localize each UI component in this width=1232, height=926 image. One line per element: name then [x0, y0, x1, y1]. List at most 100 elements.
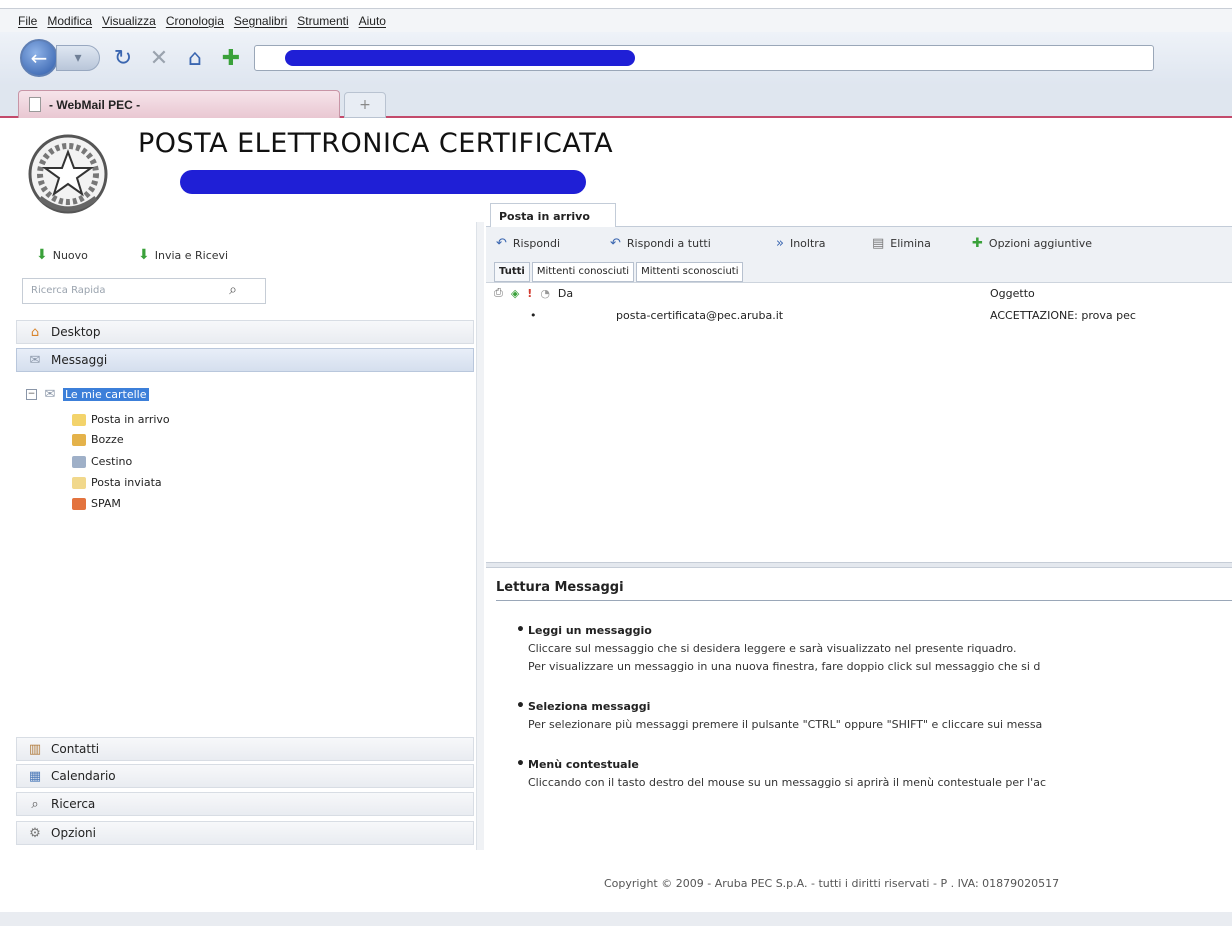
back-arrow-icon[interactable]: ←: [20, 39, 58, 77]
new-tab-button[interactable]: +: [344, 92, 386, 118]
row-subject[interactable]: ACCETTAZIONE: prova pec: [990, 309, 1136, 322]
page-icon: [29, 97, 41, 112]
filter-tab-conosciuti[interactable]: Mittenti conosciuti: [531, 262, 635, 282]
folder-label: SPAM: [91, 497, 121, 510]
copyright-text: Copyright © 2009 - Aruba PEC S.p.A. - tu…: [604, 877, 1060, 890]
browser-menubar: File Modifica Visualizza Cronologia Segn…: [0, 8, 1232, 32]
section-ricerca-label: Ricerca: [51, 797, 96, 811]
reload-icon[interactable]: ↻: [110, 46, 136, 71]
help-line: Per selezionare più messaggi premere il …: [528, 718, 1043, 731]
reply-label: Rispondi: [512, 237, 561, 250]
receipt-icon[interactable]: ◔: [540, 287, 550, 300]
help-heading: Leggi un messaggio: [516, 622, 1040, 638]
inbox-folder-icon: [72, 413, 86, 426]
menu-aiuto[interactable]: Aiuto: [359, 14, 386, 28]
republic-emblem-icon: [28, 134, 108, 214]
sent-folder-icon: [72, 476, 86, 489]
new-message-label: Nuovo: [52, 248, 88, 262]
collapse-icon[interactable]: −: [26, 388, 37, 400]
calendar-icon: ▦: [28, 768, 42, 784]
menu-modifica[interactable]: Modifica: [47, 14, 92, 28]
row-from[interactable]: posta-certificata@pec.aruba.it: [616, 309, 783, 322]
reply-icon: ↶: [496, 236, 507, 251]
section-opzioni[interactable]: ⚙ Opzioni: [16, 821, 474, 845]
send-receive-icon: ⬇: [138, 247, 150, 263]
new-message-icon: ⬇: [36, 247, 48, 263]
trash-icon: ▤: [872, 236, 885, 251]
section-contatti[interactable]: ▥ Contatti: [16, 737, 474, 761]
section-contatti-label: Contatti: [51, 742, 100, 756]
list-column-icons: ⎙ ◈ ! ◔ Da: [494, 283, 573, 303]
reading-divider: [496, 600, 1232, 601]
menu-segnalibri[interactable]: Segnalibri: [234, 14, 287, 28]
search-icon[interactable]: ⌕: [229, 282, 237, 298]
reply-button[interactable]: ↶ Rispondi: [496, 236, 560, 251]
section-ricerca[interactable]: ⌕ Ricerca: [16, 792, 474, 816]
help-section-context: Menù contestuale Cliccando con il tasto …: [516, 756, 1046, 789]
column-from[interactable]: Da: [558, 287, 573, 300]
folder-bozze[interactable]: Bozze: [72, 433, 124, 446]
folder-posta-inviata[interactable]: Posta inviata: [72, 476, 162, 489]
section-messaggi[interactable]: ✉ Messaggi: [16, 348, 474, 372]
forward-arrow-icon[interactable]: ▾: [56, 45, 100, 71]
gear-icon: ⚙: [29, 825, 41, 841]
row-unread-bullet: •: [530, 309, 537, 322]
priority-icon[interactable]: !: [527, 287, 532, 300]
quick-search-input[interactable]: Ricerca Rapida ⌕: [22, 278, 266, 304]
help-line: Per visualizzare un messaggio in una nuo…: [528, 660, 1041, 673]
stop-icon[interactable]: ✕: [146, 46, 172, 71]
tab-posta-in-arrivo[interactable]: Posta in arrivo: [490, 203, 616, 227]
attachment-icon[interactable]: ⎙: [494, 286, 503, 300]
menu-file[interactable]: File: [18, 14, 37, 28]
menu-strumenti[interactable]: Strumenti: [297, 14, 348, 28]
filter-tab-sconosciuti[interactable]: Mittenti sconosciuti: [636, 262, 744, 282]
menu-visualizza[interactable]: Visualizza: [102, 14, 156, 28]
folder-spam[interactable]: SPAM: [72, 497, 121, 510]
add-bookmark-icon[interactable]: ✚: [218, 46, 244, 71]
column-subject[interactable]: Oggetto: [990, 283, 1035, 303]
folder-label: Cestino: [91, 455, 133, 468]
help-heading: Seleziona messaggi: [516, 698, 1042, 714]
trash-folder-icon: [72, 455, 86, 468]
spam-folder-icon: [72, 497, 86, 510]
magnifier-icon: ⌕: [31, 796, 39, 812]
delete-button[interactable]: ▤ Elimina: [872, 236, 931, 251]
menu-cronologia[interactable]: Cronologia: [166, 14, 224, 28]
filter-tab-tutti[interactable]: Tutti: [494, 262, 530, 282]
reply-all-button[interactable]: ↶ Rispondi a tutti: [610, 236, 711, 251]
section-messaggi-label: Messaggi: [51, 353, 108, 367]
drafts-folder-icon: [72, 433, 86, 446]
redacted-subtitle: [180, 170, 586, 194]
status-icon[interactable]: ◈: [511, 287, 519, 300]
browser-navbar: ← ▾ ↻ ✕ ⌂ ✚: [0, 32, 1232, 84]
more-options-button[interactable]: ✚ Opzioni aggiuntive: [972, 236, 1092, 251]
filter-tabs: Tutti Mittenti conosciuti Mittenti scono…: [494, 262, 744, 282]
reply-all-icon: ↶: [610, 236, 621, 251]
address-book-icon: ▥: [28, 741, 42, 757]
section-desktop[interactable]: ⌂ Desktop: [16, 320, 474, 344]
folder-cestino[interactable]: Cestino: [72, 455, 132, 468]
send-receive-button[interactable]: ⬇ Invia e Ricevi: [138, 247, 228, 263]
more-options-label: Opzioni aggiuntive: [988, 237, 1092, 250]
section-opzioni-label: Opzioni: [51, 826, 96, 840]
forward-button[interactable]: » Inoltra: [776, 236, 826, 251]
new-message-button[interactable]: ⬇ Nuovo: [36, 247, 88, 263]
panel-splitter[interactable]: [476, 222, 484, 850]
send-receive-label: Invia e Ricevi: [154, 248, 229, 262]
folder-posta-in-arrivo[interactable]: Posta in arrivo: [72, 413, 170, 426]
home-icon[interactable]: ⌂: [182, 46, 208, 71]
address-bar[interactable]: [254, 45, 1154, 71]
browser-tabbar: - WebMail PEC - +: [0, 84, 1232, 118]
tab-title: - WebMail PEC -: [49, 97, 141, 112]
tree-root-label: Le mie cartelle: [63, 387, 149, 401]
footer-band: [0, 912, 1232, 926]
tree-root[interactable]: − ✉ Le mie cartelle: [26, 386, 149, 402]
folder-label: Posta inviata: [91, 476, 162, 489]
envelope-icon: ✉: [29, 352, 41, 368]
home-icon: ⌂: [30, 324, 40, 340]
section-calendario[interactable]: ▦ Calendario: [16, 764, 474, 788]
tab-webmail-pec[interactable]: - WebMail PEC -: [18, 90, 340, 118]
reading-title: Lettura Messaggi: [496, 580, 624, 595]
section-calendario-label: Calendario: [51, 769, 116, 783]
forward-icon: »: [776, 236, 784, 251]
